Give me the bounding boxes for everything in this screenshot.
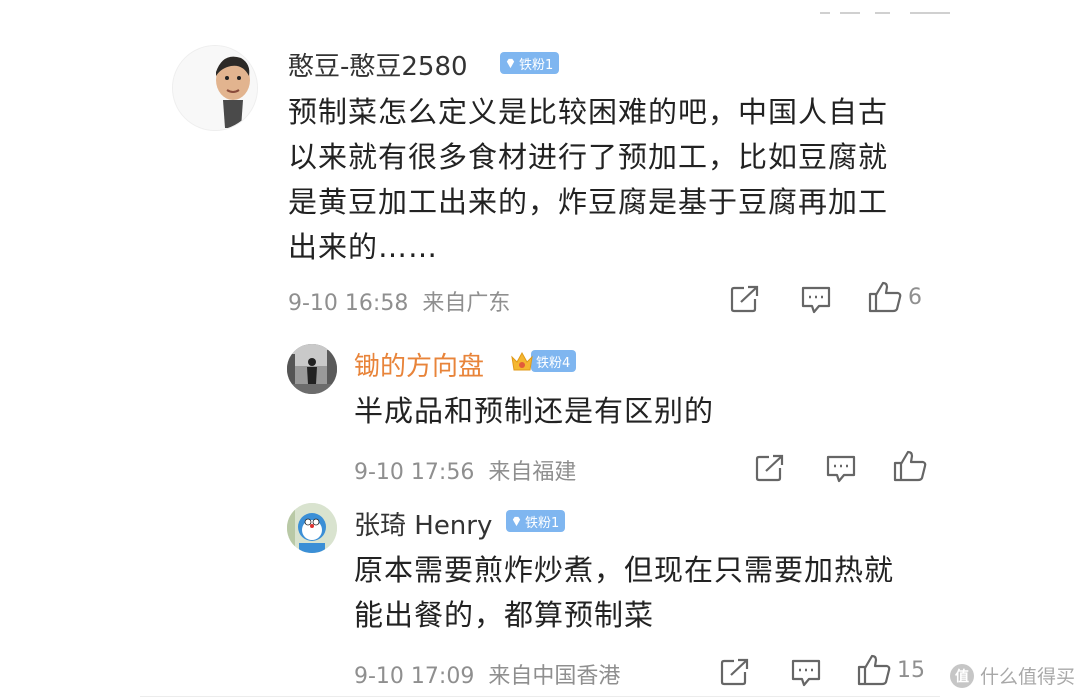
diamond-icon <box>506 58 515 68</box>
watermark: 值 什么值得买 <box>950 662 1075 689</box>
comment-line: 是黄豆加工出来的，炸豆腐是基于豆腐再加工 <box>288 185 889 219</box>
share-button[interactable] <box>720 658 750 690</box>
like-button[interactable] <box>893 450 927 486</box>
comment-line: 能出餐的，都算预制菜 <box>354 598 655 632</box>
comment-line: 半成品和预制还是有区别的 <box>354 394 715 428</box>
share-icon <box>730 285 759 313</box>
comment-line: 预制菜怎么定义是比较困难的吧，中国人自古 <box>288 95 889 129</box>
share-button[interactable] <box>730 285 760 317</box>
top-edge-fragment <box>820 0 970 14</box>
location: 来自广东 <box>422 291 511 316</box>
avatar[interactable] <box>172 45 258 131</box>
location: 来自福建 <box>488 460 577 485</box>
like-button[interactable]: 6 <box>868 281 922 313</box>
share-icon <box>720 658 749 686</box>
like-button[interactable]: 15 <box>857 654 925 686</box>
like-icon <box>868 281 902 313</box>
reply-button[interactable] <box>790 658 822 692</box>
fan-badge: 铁粉1 <box>506 510 566 532</box>
location: 来自中国香港 <box>488 664 621 689</box>
fan-badge-group: 铁粉4 <box>509 348 577 374</box>
badge-label: 铁粉1 <box>519 57 554 73</box>
timestamp: 9-10 17:56 <box>354 460 475 485</box>
avatar[interactable] <box>287 503 337 553</box>
comment-line: 出来的…… <box>288 230 439 264</box>
username[interactable]: 憨豆-憨豆2580 <box>288 46 468 83</box>
like-icon <box>857 654 891 686</box>
comment-body: 原本需要煎炸炒煮，但现在只需要加热就 能出餐的，都算预制菜 <box>354 548 954 638</box>
comment-line: 以来就有很多食材进行了预加工，比如豆腐就 <box>288 140 889 174</box>
comment-meta: 9-10 17:56 来自福建 <box>354 454 576 486</box>
badge-label: 铁粉4 <box>536 355 571 371</box>
like-count: 15 <box>897 657 925 683</box>
reply-button[interactable] <box>800 285 832 319</box>
diamond-icon <box>512 516 521 526</box>
comment-body: 预制菜怎么定义是比较困难的吧，中国人自古 以来就有很多食材进行了预加工，比如豆腐… <box>288 90 938 270</box>
comment-icon <box>801 286 831 314</box>
share-icon <box>755 454 784 482</box>
avatar[interactable] <box>287 344 337 394</box>
share-button[interactable] <box>755 454 785 486</box>
like-count: 6 <box>908 284 922 310</box>
like-icon <box>893 450 927 482</box>
reply-button[interactable] <box>825 454 857 488</box>
bottom-divider <box>140 696 940 697</box>
watermark-logo: 值 <box>950 663 974 688</box>
badge-label: 铁粉1 <box>525 515 560 531</box>
fan-badge: 铁粉1 <box>500 52 560 74</box>
comment-meta: 9-10 16:58 来自广东 <box>288 285 510 317</box>
username[interactable]: 锄的方向盘 <box>354 346 484 383</box>
comment-icon <box>826 455 856 483</box>
username[interactable]: 张琦 Henry <box>354 505 492 542</box>
comment-line: 原本需要煎炸炒煮，但现在只需要加热就 <box>354 553 895 587</box>
crown-icon <box>511 351 533 371</box>
timestamp: 9-10 17:09 <box>354 664 475 689</box>
watermark-text: 什么值得买 <box>980 666 1076 688</box>
comment-meta: 9-10 17:09 来自中国香港 <box>354 658 620 690</box>
comment-icon <box>791 659 821 687</box>
watermark-symbol: 值 <box>955 668 969 685</box>
timestamp: 9-10 16:58 <box>288 291 409 316</box>
